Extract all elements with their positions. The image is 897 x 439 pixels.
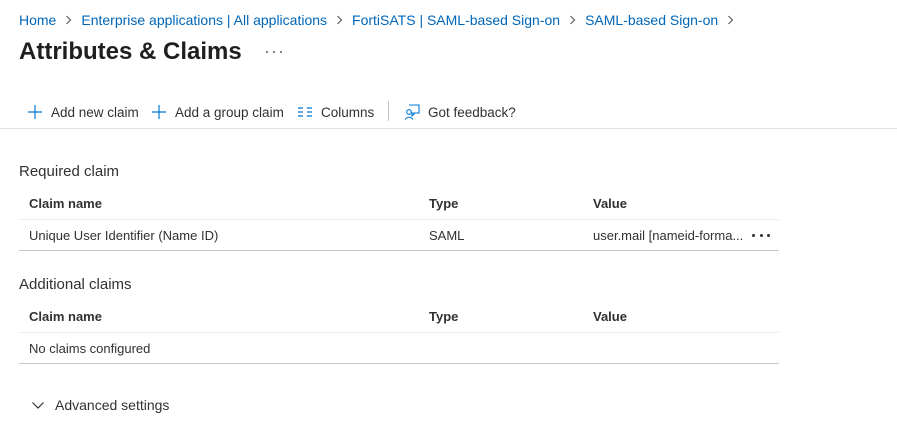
required-claim-table: Claim name Type Value Unique User Identi…: [19, 186, 779, 251]
feedback-label: Got feedback?: [428, 104, 516, 120]
empty-row: No claims configured: [19, 333, 779, 364]
table-header: Claim name Type Value: [19, 299, 779, 333]
additional-claims-heading: Additional claims: [19, 276, 132, 293]
empty-message: No claims configured: [29, 341, 151, 356]
column-header-value[interactable]: Value: [593, 186, 627, 220]
columns-label: Columns: [321, 104, 375, 120]
add-group-claim-button[interactable]: Add a group claim: [150, 99, 284, 125]
claim-name-cell: Unique User Identifier (Name ID): [29, 228, 219, 243]
breadcrumb-fortisats-sso[interactable]: FortiSATS | SAML-based Sign-on: [352, 12, 560, 28]
more-icon[interactable]: [752, 227, 770, 243]
page-title: Attributes & Claims: [19, 38, 242, 65]
column-header-type[interactable]: Type: [429, 299, 458, 333]
breadcrumb-saml-sign-on[interactable]: SAML-based Sign-on: [585, 12, 718, 28]
column-header-claim-name[interactable]: Claim name: [29, 299, 102, 333]
advanced-settings-toggle[interactable]: Advanced settings: [31, 396, 169, 414]
add-icon: [150, 103, 168, 121]
chevron-down-icon: [31, 398, 45, 412]
columns-button[interactable]: Columns: [296, 99, 374, 125]
chevron-right-icon: [727, 15, 734, 25]
breadcrumb-enterprise-applications[interactable]: Enterprise applications | All applicatio…: [81, 12, 327, 28]
additional-claims-table: Claim name Type Value No claims configur…: [19, 299, 779, 364]
column-header-value[interactable]: Value: [593, 299, 627, 333]
more-icon[interactable]: [265, 44, 282, 60]
add-new-claim-button[interactable]: Add new claim: [26, 99, 139, 125]
add-group-claim-label: Add a group claim: [175, 104, 284, 120]
feedback-icon: [403, 103, 421, 121]
add-icon: [26, 103, 44, 121]
add-new-claim-label: Add new claim: [51, 104, 139, 120]
table-row[interactable]: Unique User Identifier (Name ID) SAML us…: [19, 220, 779, 251]
columns-icon: [296, 103, 314, 121]
column-header-claim-name[interactable]: Claim name: [29, 186, 102, 220]
breadcrumb: Home Enterprise applications | All appli…: [19, 11, 743, 29]
required-claim-heading: Required claim: [19, 163, 120, 180]
breadcrumb-home[interactable]: Home: [19, 12, 56, 28]
advanced-settings-label: Advanced settings: [55, 397, 170, 413]
column-header-type[interactable]: Type: [429, 186, 458, 220]
title-row: Attributes & Claims: [19, 38, 282, 66]
table-header: Claim name Type Value: [19, 186, 779, 220]
chevron-right-icon: [569, 15, 576, 25]
toolbar-divider: [388, 101, 389, 121]
chevron-right-icon: [336, 15, 343, 25]
claim-value-cell: user.mail [nameid-forma...: [593, 228, 744, 243]
chevron-right-icon: [65, 15, 72, 25]
command-bar: Add new claim Add a group claim Columns …: [0, 99, 897, 129]
claim-type-cell: SAML: [429, 228, 465, 243]
feedback-button[interactable]: Got feedback?: [403, 99, 516, 125]
